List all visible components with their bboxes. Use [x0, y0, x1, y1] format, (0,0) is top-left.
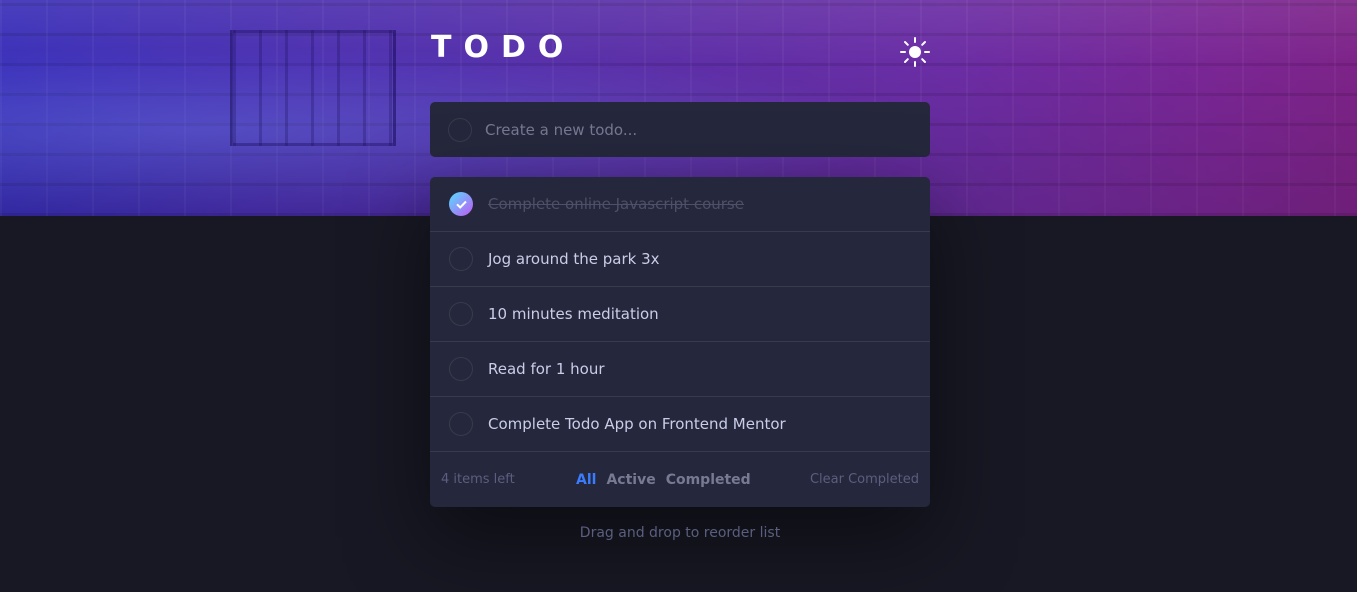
- todo-item[interactable]: Read for 1 hour: [430, 342, 930, 397]
- new-todo-input[interactable]: [485, 120, 885, 139]
- sun-icon: [900, 37, 930, 67]
- filter-group: All Active Completed: [576, 472, 751, 488]
- todo-item[interactable]: Jog around the park 3x: [430, 232, 930, 287]
- todo-checkbox[interactable]: [449, 302, 473, 326]
- items-left-count: 4 items left: [441, 472, 515, 487]
- list-footer: 4 items left All Active Completed Clear …: [430, 452, 930, 507]
- todo-item[interactable]: Complete online Javascript course: [430, 177, 930, 232]
- todo-item[interactable]: 10 minutes meditation: [430, 287, 930, 342]
- todo-text: 10 minutes meditation: [488, 305, 659, 323]
- todo-item[interactable]: Complete Todo App on Frontend Mentor: [430, 397, 930, 452]
- todo-checkbox-checked[interactable]: [449, 192, 473, 216]
- theme-toggle-button[interactable]: [899, 36, 931, 68]
- filter-active[interactable]: Active: [606, 472, 655, 488]
- filter-all[interactable]: All: [576, 472, 596, 488]
- todo-text: Jog around the park 3x: [488, 250, 660, 268]
- check-icon: [455, 200, 467, 209]
- reorder-hint: Drag and drop to reorder list: [579, 525, 781, 541]
- todo-text: Read for 1 hour: [488, 360, 605, 378]
- app-title: TODO: [431, 30, 576, 65]
- filter-completed[interactable]: Completed: [666, 472, 751, 488]
- new-todo-checkbox[interactable]: [448, 117, 472, 142]
- todo-text: Complete online Javascript course: [488, 195, 744, 213]
- todo-list: Complete online Javascript course Jog ar…: [430, 177, 930, 507]
- new-todo-bar: [430, 102, 930, 157]
- todo-checkbox[interactable]: [449, 247, 473, 271]
- todo-checkbox[interactable]: [449, 412, 473, 436]
- clear-completed-button[interactable]: Clear Completed: [810, 472, 919, 487]
- todo-text: Complete Todo App on Frontend Mentor: [488, 415, 786, 433]
- todo-checkbox[interactable]: [449, 357, 473, 381]
